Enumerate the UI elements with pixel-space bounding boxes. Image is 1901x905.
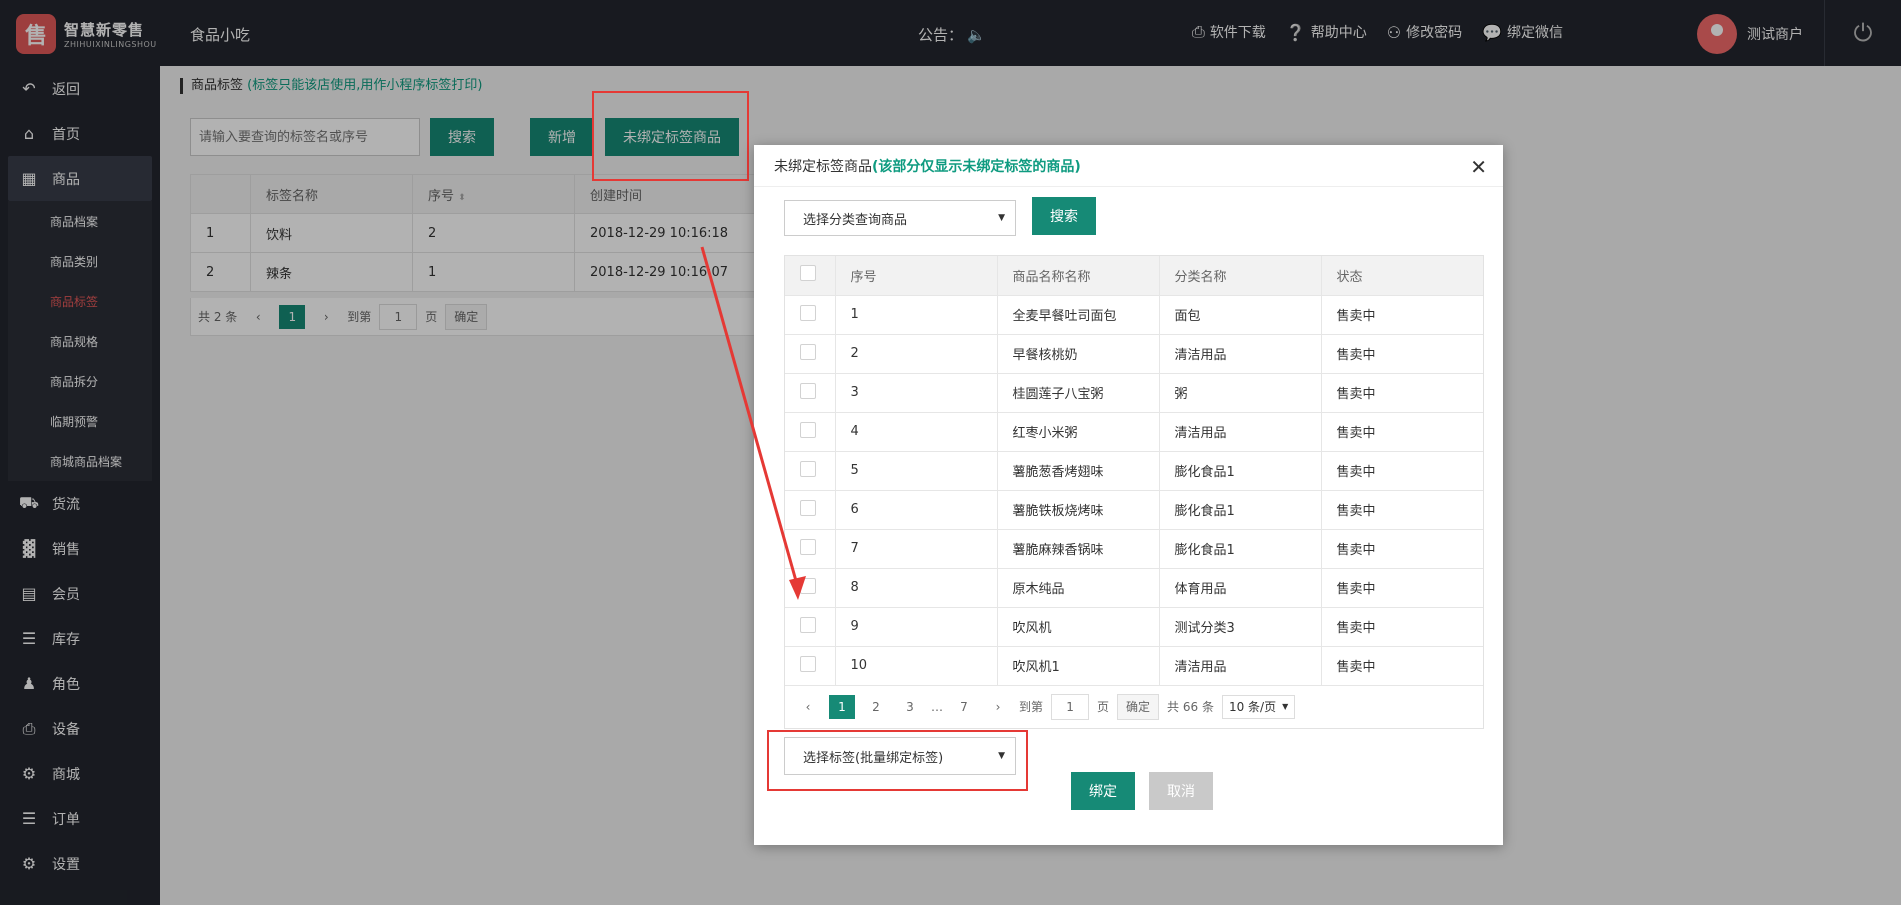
cell: 4 [835, 412, 998, 452]
row-checkbox[interactable] [800, 499, 816, 516]
row-checkbox[interactable] [800, 304, 816, 321]
product-table-wrap: 序号 商品名称名称 分类名称 状态 1 全麦早餐吐司面包 面包 售卖中 2 早餐核桃奶 清洁… [784, 255, 1484, 729]
row-checkbox[interactable] [800, 655, 816, 672]
table-row[interactable]: 4 红枣小米粥 清洁用品 售卖中 [785, 412, 1483, 452]
product-table: 序号 商品名称名称 分类名称 状态 1 全麦早餐吐司面包 面包 售卖中 2 早餐核桃奶 清洁… [785, 256, 1483, 686]
page-ellipsis: … [931, 699, 943, 714]
page-number[interactable]: 7 [951, 695, 977, 719]
page-number-current[interactable]: 1 [829, 694, 855, 719]
cell: 清洁用品 [1159, 412, 1322, 452]
close-icon[interactable]: ✕ [1470, 155, 1487, 179]
cell: 薯脆铁板烧烤味 [997, 490, 1160, 530]
cell: 薯脆麻辣香锅味 [997, 529, 1160, 569]
cell: 9 [835, 607, 998, 647]
row-checkbox[interactable] [800, 343, 816, 360]
column-header: 分类名称 [1159, 256, 1322, 296]
table-row[interactable]: 6 薯脆铁板烧烤味 膨化食品1 售卖中 [785, 490, 1483, 530]
cell: 早餐核桃奶 [997, 334, 1160, 374]
caret-down-icon: ▼ [998, 751, 1005, 761]
row-checkbox[interactable] [800, 616, 816, 633]
page-number[interactable]: 3 [897, 695, 923, 719]
select-all-checkbox[interactable] [800, 265, 816, 282]
row-checkbox[interactable] [800, 382, 816, 399]
table-row[interactable]: 5 薯脆葱香烤翅味 膨化食品1 售卖中 [785, 451, 1483, 491]
cell: 红枣小米粥 [997, 412, 1160, 452]
cell: 膨化食品1 [1159, 490, 1322, 530]
cell: 8 [835, 568, 998, 608]
page-unit: 页 [1097, 700, 1110, 714]
table-row[interactable]: 3 桂圆莲子八宝粥粥售卖中 [785, 373, 1483, 413]
cell: 清洁用品 [1159, 334, 1322, 374]
row-checkbox[interactable] [800, 460, 816, 477]
caret-down-icon: ▼ [998, 213, 1005, 223]
cell: 10 [835, 646, 998, 686]
column-header: 序号 [835, 256, 998, 296]
cell: 售卖中 [1321, 646, 1483, 686]
cell: 薯脆葱香烤翅味 [997, 451, 1160, 491]
table-row[interactable]: 1 全麦早餐吐司面包 面包 售卖中 [785, 295, 1483, 335]
prev-page-icon[interactable]: ‹ [795, 695, 821, 719]
cell: 原木纯品 [997, 568, 1160, 608]
table-row[interactable]: 8 原木纯品 体育用品 售卖中 [785, 568, 1483, 608]
cell: 吹风机1 [997, 646, 1160, 686]
cell: 售卖中 [1321, 607, 1483, 647]
cell: 5 [835, 451, 998, 491]
cell: 售卖中 [1321, 529, 1483, 569]
table-header-row: 序号 商品名称名称 分类名称 状态 [785, 256, 1483, 296]
row-checkbox[interactable] [800, 577, 816, 594]
cell: 6 [835, 490, 998, 530]
cell: 桂圆莲子八宝粥 [997, 373, 1160, 413]
cell: 粥 [1159, 373, 1322, 413]
column-header: 商品名称名称 [997, 256, 1160, 296]
cell: 测试分类3 [1159, 607, 1322, 647]
cell: 吹风机 [997, 607, 1160, 647]
cell: 售卖中 [1321, 568, 1483, 608]
next-page-icon[interactable]: › [985, 695, 1011, 719]
table-row[interactable]: 2 早餐核桃奶 清洁用品 售卖中 [785, 334, 1483, 374]
column-header: 状态 [1321, 256, 1483, 296]
row-checkbox[interactable] [800, 538, 816, 555]
tag-select[interactable]: 选择标签(批量绑定标签) ▼ [784, 737, 1016, 775]
dialog-title: 未绑定标签商品 (该部分仅显示未绑定标签的商品) [754, 145, 1503, 187]
product-pager: ‹ 1 2 3 … 7 › 到第 1 页 确定 共 66 条 10 条/页 ▼ [785, 686, 1483, 728]
cell: 售卖中 [1321, 334, 1483, 374]
cell: 7 [835, 529, 998, 569]
table-row[interactable]: 7 薯脆麻辣香锅味 膨化食品1 售卖中 [785, 529, 1483, 569]
bind-button[interactable]: 绑定 [1071, 772, 1135, 810]
cell: 膨化食品1 [1159, 529, 1322, 569]
goto-confirm-button[interactable]: 确定 [1117, 693, 1160, 720]
category-select-value: 选择分类查询商品 [803, 212, 908, 228]
cell: 售卖中 [1321, 412, 1483, 452]
caret-down-icon: ▼ [1282, 702, 1289, 711]
goto-input[interactable]: 1 [1051, 693, 1090, 720]
category-select[interactable]: 选择分类查询商品 ▼ [784, 200, 1016, 236]
row-checkbox[interactable] [800, 421, 816, 438]
page-number[interactable]: 2 [863, 695, 889, 719]
dialog-search-button[interactable]: 搜索 [1032, 197, 1096, 235]
cancel-button[interactable]: 取消 [1149, 772, 1213, 810]
pager-total: 共 66 条 [1167, 700, 1214, 714]
tag-select-value: 选择标签(批量绑定标签) [803, 750, 944, 766]
cell: 2 [835, 334, 998, 374]
cell: 体育用品 [1159, 568, 1322, 608]
cell: 售卖中 [1321, 451, 1483, 491]
cell: 3 [835, 373, 998, 413]
per-page-select[interactable]: 10 条/页 ▼ [1221, 694, 1296, 719]
cell: 膨化食品1 [1159, 451, 1322, 491]
cell: 全麦早餐吐司面包 [997, 295, 1160, 335]
cell: 1 [835, 295, 998, 335]
dialog-title-hint: (该部分仅显示未绑定标签的商品) [872, 158, 1081, 175]
cell: 售卖中 [1321, 295, 1483, 335]
dialog-title-text: 未绑定标签商品 [774, 158, 872, 175]
cell: 面包 [1159, 295, 1322, 335]
table-row[interactable]: 10 吹风机1 清洁用品 售卖中 [785, 646, 1483, 686]
cell: 售卖中 [1321, 373, 1483, 413]
table-row[interactable]: 9 吹风机 测试分类3 售卖中 [785, 607, 1483, 647]
goto-label: 到第 [1019, 700, 1044, 714]
cell: 售卖中 [1321, 490, 1483, 530]
cell: 清洁用品 [1159, 646, 1322, 686]
unbound-goods-dialog: 未绑定标签商品 (该部分仅显示未绑定标签的商品) ✕ 选择分类查询商品 ▼ 搜索… [754, 145, 1503, 845]
